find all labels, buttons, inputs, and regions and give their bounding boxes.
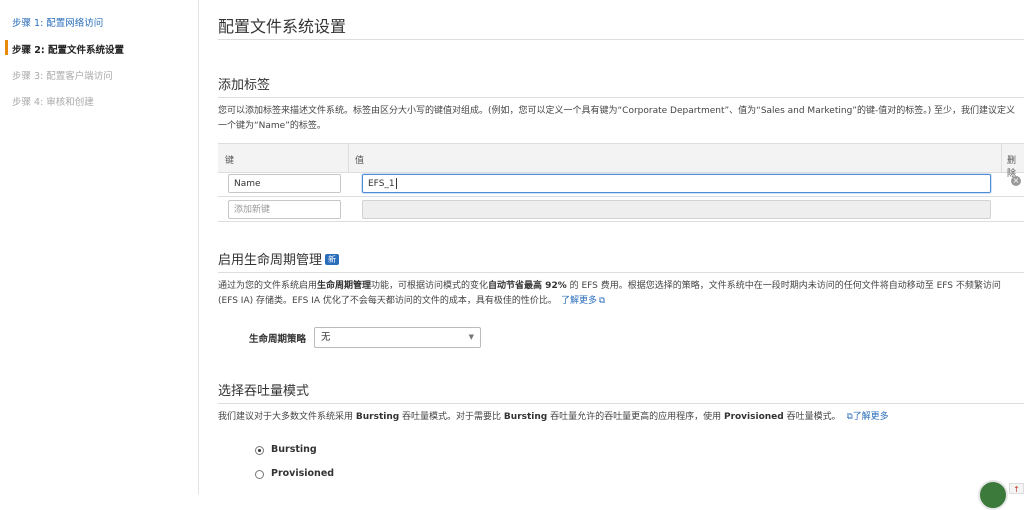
desc-bold: Bursting	[503, 412, 548, 422]
step-4-disabled: 步骤 4: 审核和创建	[12, 97, 94, 108]
lifecycle-description-line1: 通过为您的文件系统启用生命周期管理功能，可根据访问模式的变化自动节省最高 92%…	[218, 279, 1001, 294]
tag-value-input[interactable]: EFS_1	[362, 174, 991, 193]
desc-bold: Bursting	[355, 412, 400, 422]
radio-label: Provisioned	[271, 468, 335, 479]
title-divider	[218, 39, 1024, 40]
desc-bold: 自动节省最高 92%	[488, 281, 567, 291]
lifecycle-description-line2: (EFS IA) 存储类。EFS IA 优化了不会每天都访问的文件的成本，具有极…	[218, 294, 605, 309]
column-divider	[348, 144, 349, 172]
tag-value-text: EFS_1	[368, 179, 395, 189]
desc-text: (EFS IA) 存储类。EFS IA 优化了不会每天都访问的文件的成本，具有极…	[218, 296, 557, 306]
throughput-learn-more-link[interactable]: ⧉了解更多	[845, 412, 889, 422]
lifecycle-section-title: 启用生命周期管理新	[218, 249, 340, 268]
step-2-current: 步骤 2: 配置文件系统设置	[12, 45, 125, 56]
remove-circle-icon[interactable]: ×	[1011, 176, 1021, 186]
desc-text: 的 EFS 费用。根据您选择的策略，文件系统中在一段时期内未访问的任何文件将自动…	[566, 281, 1001, 291]
desc-text: 吞吐量允许的吞吐量更高的应用程序，使用	[547, 412, 724, 422]
chevron-down-icon: ▼	[468, 333, 474, 341]
desc-bold: 生命周期管理	[317, 281, 372, 291]
text-caret	[395, 178, 397, 189]
scroll-up-icon[interactable]: ↑	[1009, 483, 1024, 494]
external-link-icon: ⧉	[598, 296, 606, 306]
radio-button[interactable]	[255, 470, 264, 479]
desc-text: 通过为您的文件系统启用	[218, 281, 318, 291]
radio-button-selected[interactable]	[255, 446, 264, 455]
column-header-key: 键	[225, 156, 235, 166]
lifecycle-policy-value: 无	[321, 332, 331, 343]
desc-text: 吞吐量模式。	[783, 412, 841, 422]
throughput-section-title: 选择吞吐量模式	[218, 384, 310, 399]
column-header-value: 值	[355, 156, 365, 166]
wizard-sidebar: 步骤 1: 配置网络访问 步骤 2: 配置文件系统设置 步骤 3: 配置客户端访…	[0, 0, 199, 494]
page-title: 配置文件系统设置	[218, 17, 347, 36]
throughput-description: 我们建议对于大多数文件系统采用 Bursting 吞吐量模式。对于需要比 Bur…	[218, 410, 889, 425]
tags-table: 键 值 删除 Name EFS_1 × 添加新键	[218, 143, 1024, 222]
help-chat-icon[interactable]	[978, 480, 1008, 510]
desc-bold: Provisioned	[723, 412, 784, 422]
active-step-indicator	[5, 40, 8, 55]
new-tag-key-input[interactable]: 添加新键	[228, 200, 341, 219]
learn-more-text: 了解更多	[852, 412, 889, 422]
tags-table-bottom	[218, 221, 1024, 222]
lifecycle-learn-more-link[interactable]: 了解更多 ⧉	[561, 296, 605, 306]
tags-divider	[218, 97, 1024, 98]
new-tag-value-input-disabled	[362, 200, 991, 219]
lifecycle-policy-label: 生命周期策略	[249, 334, 307, 345]
column-divider	[1001, 144, 1002, 172]
radio-label: Bursting	[271, 444, 317, 455]
lifecycle-policy-select[interactable]: 无 ▼	[314, 327, 481, 348]
tag-row-divider	[218, 196, 1024, 197]
desc-text: 吞吐量模式。对于需要比	[399, 412, 504, 422]
tag-key-input[interactable]: Name	[228, 174, 341, 193]
tags-description-line1: 您可以添加标签来描述文件系统。标签由区分大小写的键值对组成。(例如，您可以定义一…	[218, 106, 1016, 116]
new-badge: 新	[325, 254, 340, 265]
tags-table-header: 键 值 删除	[218, 144, 1024, 179]
lifecycle-title-text: 启用生命周期管理	[218, 253, 323, 268]
desc-text: 我们建议对于大多数文件系统采用	[218, 412, 356, 422]
step-3-disabled: 步骤 3: 配置客户端访问	[12, 71, 113, 82]
main-content: 配置文件系统设置 添加标签 您可以添加标签来描述文件系统。标签由区分大小写的键值…	[200, 0, 1024, 494]
tags-description-line2: 一个键为“Name”的标签。	[218, 121, 326, 131]
lifecycle-divider	[218, 272, 1024, 273]
desc-text: 功能，可根据访问模式的变化	[371, 281, 489, 291]
learn-more-text: 了解更多	[560, 296, 597, 306]
step-1-link[interactable]: 步骤 1: 配置网络访问	[12, 15, 103, 29]
tags-section-title: 添加标签	[218, 78, 271, 93]
throughput-divider	[218, 403, 1024, 404]
